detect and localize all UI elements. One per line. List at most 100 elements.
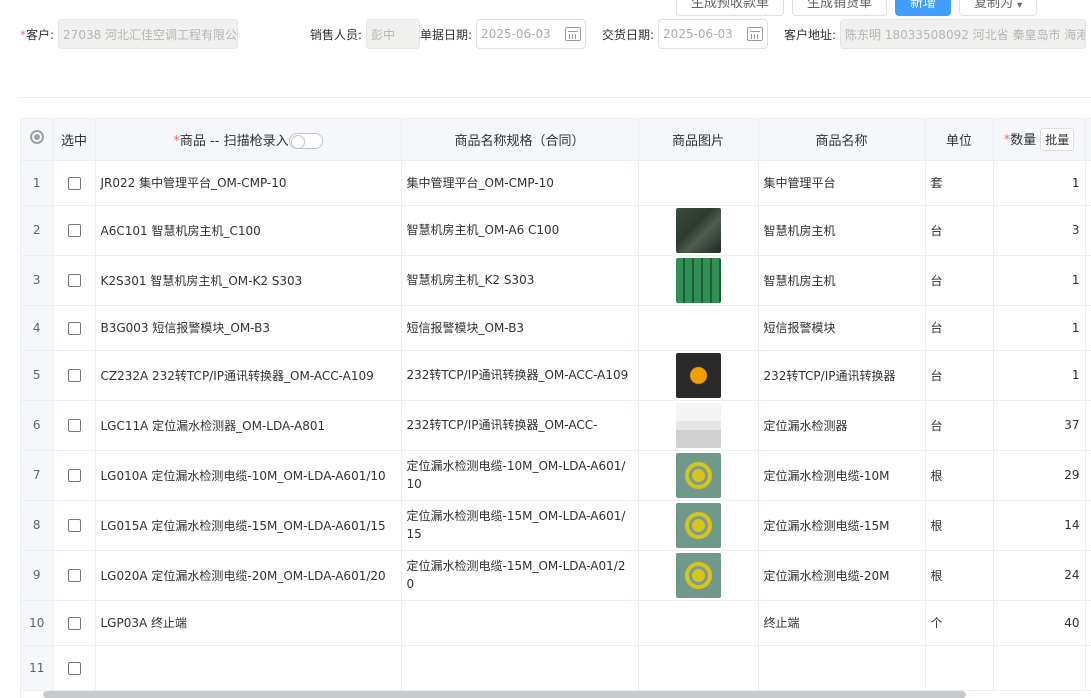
- unit-cell: 套: [925, 160, 994, 206]
- spec-cell[interactable]: 智慧机房主机_K2 S303: [401, 255, 639, 306]
- table-row[interactable]: 1 JR022 集中管理平台_OM-CMP-10 集中管理平台_OM-CMP-10 集…: [21, 160, 1091, 206]
- product-cell[interactable]: K2S301 智慧机房主机_OM-K2 S303: [95, 255, 402, 306]
- product-cell[interactable]: LGP03A 终止端: [95, 600, 402, 646]
- row-checkbox[interactable]: [67, 321, 81, 335]
- qty-cell[interactable]: [993, 645, 1086, 691]
- table-row[interactable]: 8 LG015A 定位漏水检测电缆-15M_OM-LDA-A601/15 定位漏水检…: [21, 500, 1091, 551]
- product-cell[interactable]: CZ232A 232转TCP/IP通讯转换器_OM-ACC-A109: [95, 350, 402, 401]
- row-select-cell: [53, 205, 96, 256]
- new-button[interactable]: 新增: [895, 0, 952, 16]
- unit-cell: 根: [925, 550, 994, 601]
- table-row[interactable]: 3 K2S301 智慧机房主机_OM-K2 S303 智慧机房主机_K2 S303 智…: [21, 255, 1091, 306]
- table-row[interactable]: 7 LG010A 定位漏水检测电缆-10M_OM-LDA-A601/10 定位漏水检…: [21, 450, 1091, 501]
- generate-sales-button[interactable]: 生成销货单: [792, 0, 888, 16]
- extra-cell: [1085, 160, 1091, 206]
- product-image[interactable]: [675, 452, 721, 498]
- table-row[interactable]: 2 A6C101 智慧机房主机_C100 智慧机房主机_OM-A6 C100 智慧机房…: [21, 205, 1091, 256]
- row-select-cell: [53, 305, 96, 351]
- doc-date-picker[interactable]: 2025-06-03: [476, 19, 587, 49]
- spec-cell[interactable]: 定位漏水检测电缆-10M_OM-LDA-A601/10: [401, 450, 639, 501]
- product-cell[interactable]: LGC11A 定位漏水检测器_OM-LDA-A801: [95, 400, 402, 451]
- extra-cell: [1085, 600, 1091, 646]
- delivery-date-picker[interactable]: 2025-06-03: [658, 19, 769, 49]
- table-row[interactable]: 6 LGC11A 定位漏水检测器_OM-LDA-A801 232转TCP/IP通讯转…: [21, 400, 1091, 451]
- qty-cell[interactable]: 1: [993, 255, 1086, 306]
- product-cell[interactable]: LG020A 定位漏水检测电缆-20M_OM-LDA-A601/20: [95, 550, 402, 601]
- image-cell: [638, 400, 759, 451]
- row-index: 7: [21, 450, 54, 501]
- header-unit: 单位: [925, 119, 994, 161]
- product-image[interactable]: [675, 502, 721, 548]
- row-checkbox[interactable]: [67, 519, 81, 532]
- spec-cell[interactable]: 定位漏水检测电缆-15M_OM-LDA-A601/15: [401, 500, 639, 551]
- customer-input[interactable]: 27038 河北汇佳空调工程有限公: [58, 19, 239, 49]
- table-row[interactable]: 5 CZ232A 232转TCP/IP通讯转换器_OM-ACC-A109 232转T…: [21, 350, 1091, 401]
- name-cell: 短信报警模块: [758, 305, 926, 351]
- name-cell: 智慧机房主机: [758, 255, 926, 306]
- row-index: 4: [21, 305, 54, 351]
- extra-cell: [1085, 550, 1091, 601]
- product-cell[interactable]: JR022 集中管理平台_OM-CMP-10: [95, 160, 402, 206]
- row-checkbox[interactable]: [67, 419, 81, 432]
- address-input[interactable]: 陈东明 18033508092 河北省 秦皇岛市 海港区: [840, 19, 1087, 49]
- qty-cell[interactable]: 14: [993, 500, 1086, 551]
- product-cell[interactable]: LG010A 定位漏水检测电缆-10M_OM-LDA-A601/10: [95, 450, 402, 501]
- spec-cell[interactable]: [401, 600, 639, 646]
- copy-to-dropdown[interactable]: 复制为 ▾: [959, 0, 1038, 16]
- row-checkbox[interactable]: [67, 469, 81, 482]
- row-index: 6: [21, 400, 54, 451]
- qty-cell[interactable]: 3: [993, 205, 1086, 256]
- qty-cell[interactable]: 37: [993, 400, 1086, 451]
- qty-cell[interactable]: 1: [993, 160, 1086, 206]
- product-image[interactable]: [675, 402, 721, 448]
- name-cell: [758, 645, 926, 691]
- row-checkbox[interactable]: [67, 661, 81, 675]
- row-checkbox[interactable]: [67, 569, 81, 582]
- qty-cell[interactable]: 1: [993, 350, 1086, 401]
- product-image[interactable]: [675, 257, 721, 303]
- salesperson-input[interactable]: 彭中: [366, 19, 420, 49]
- generate-receipt-button[interactable]: 生成预收款单: [676, 0, 785, 16]
- column-settings[interactable]: [21, 119, 54, 161]
- salesperson-field-group: 销售人员: 彭中: [310, 19, 420, 49]
- table-header-row: 选中 *商品 -- 扫描枪录入 商品名称规格（合同） 商品图片 商品名称 单位 …: [21, 119, 1091, 161]
- spec-cell[interactable]: 集中管理平台_OM-CMP-10: [401, 160, 639, 206]
- qty-cell[interactable]: 40: [993, 600, 1086, 646]
- header-spec: 商品名称规格（合同）: [401, 119, 639, 161]
- batch-button[interactable]: 批量: [1040, 127, 1075, 151]
- row-checkbox[interactable]: [67, 369, 81, 382]
- customer-field-group: *客户: 27038 河北汇佳空调工程有限公: [20, 19, 310, 49]
- spec-cell[interactable]: 定位漏水检测电缆-15M_OM-LDA-A01/20: [401, 550, 639, 601]
- product-cell[interactable]: [95, 645, 402, 691]
- row-checkbox[interactable]: [67, 176, 81, 190]
- row-checkbox[interactable]: [67, 616, 81, 630]
- qty-cell[interactable]: 1: [993, 305, 1086, 351]
- table-row[interactable]: 11: [21, 645, 1091, 691]
- table-row[interactable]: 10 LGP03A 终止端 终止端个 40: [21, 600, 1091, 646]
- product-image[interactable]: [675, 207, 721, 253]
- row-checkbox[interactable]: [67, 224, 81, 237]
- spec-cell[interactable]: 智慧机房主机_OM-A6 C100: [401, 205, 639, 256]
- horizontal-scrollbar[interactable]: [43, 691, 966, 698]
- unit-cell: 台: [925, 400, 994, 451]
- product-image[interactable]: [675, 352, 721, 398]
- name-cell: 232转TCP/IP通讯转换器: [758, 350, 926, 401]
- spec-cell[interactable]: [401, 645, 639, 691]
- address-label: 客户地址:: [784, 27, 837, 42]
- header-form: *客户: 27038 河北汇佳空调工程有限公 销售人员: 彭中 单据日期: 20…: [20, 19, 1087, 49]
- image-cell: [638, 205, 759, 256]
- table-row[interactable]: 9 LG020A 定位漏水检测电缆-20M_OM-LDA-A601/20 定位漏水检…: [21, 550, 1091, 601]
- product-image[interactable]: [675, 552, 721, 598]
- product-cell[interactable]: B3G003 短信报警模块_OM-B3: [95, 305, 402, 351]
- product-cell[interactable]: LG015A 定位漏水检测电缆-15M_OM-LDA-A601/15: [95, 500, 402, 551]
- spec-cell[interactable]: 短信报警模块_OM-B3: [401, 305, 639, 351]
- calendar-icon: [747, 27, 764, 41]
- qty-cell[interactable]: 24: [993, 550, 1086, 601]
- scanner-toggle[interactable]: [288, 133, 323, 149]
- qty-cell[interactable]: 29: [993, 450, 1086, 501]
- row-checkbox[interactable]: [67, 274, 81, 287]
- table-row[interactable]: 4 B3G003 短信报警模块_OM-B3 短信报警模块_OM-B3 短信报警模块台 1: [21, 305, 1091, 351]
- spec-cell[interactable]: 232转TCP/IP通讯转换器_OM-ACC-: [401, 400, 639, 451]
- product-cell[interactable]: A6C101 智慧机房主机_C100: [95, 205, 402, 256]
- spec-cell[interactable]: 232转TCP/IP通讯转换器_OM-ACC-A109: [401, 350, 639, 401]
